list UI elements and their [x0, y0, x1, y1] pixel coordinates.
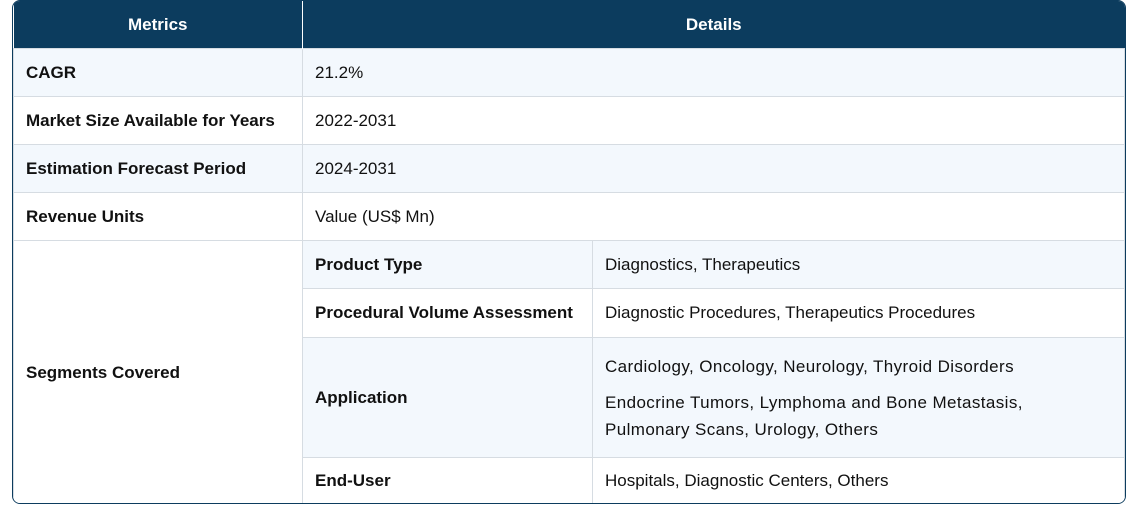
segment-label-product-type: Product Type — [302, 240, 593, 289]
table-header-row: Metrics Details — [13, 1, 1125, 49]
segment-value-application: Cardiology, Oncology, Neurology, Thyroid… — [592, 337, 1125, 458]
table-row: Segments Covered Product Type Diagnostic… — [13, 240, 1125, 503]
segment-label-application: Application — [302, 337, 593, 458]
metrics-table: Metrics Details CAGR 21.2% Market Size A… — [13, 1, 1125, 503]
metrics-table-container: Metrics Details CAGR 21.2% Market Size A… — [12, 0, 1126, 504]
table-row: Estimation Forecast Period 2024-2031 — [13, 144, 1125, 193]
segment-value-end-user: Hospitals, Diagnostic Centers, Others — [592, 457, 1125, 503]
application-line-2: Endocrine Tumors, Lymphoma and Bone Meta… — [605, 392, 1023, 412]
row-value-market-size: 2022-2031 — [302, 96, 1125, 145]
segment-value-procedural: Diagnostic Procedures, Therapeutics Proc… — [592, 288, 1125, 338]
segment-label-end-user: End-User — [302, 457, 593, 503]
header-details: Details — [302, 1, 1125, 49]
row-value-cagr: 21.2% — [302, 48, 1125, 97]
application-line-1: Cardiology, Oncology, Neurology, Thyroid… — [605, 356, 1014, 376]
table-row: Market Size Available for Years 2022-203… — [13, 96, 1125, 145]
application-line-3: Pulmonary Scans, Urology, Others — [605, 419, 879, 439]
row-value-forecast: 2024-2031 — [302, 144, 1125, 193]
row-label-revenue: Revenue Units — [13, 192, 303, 241]
row-label-cagr: CAGR — [13, 48, 303, 97]
table-row: Revenue Units Value (US$ Mn) — [13, 192, 1125, 241]
row-value-revenue: Value (US$ Mn) — [302, 192, 1125, 241]
row-label-segments: Segments Covered — [13, 240, 303, 503]
segment-label-procedural: Procedural Volume Assessment — [302, 288, 593, 338]
row-label-forecast: Estimation Forecast Period — [13, 144, 303, 193]
row-label-market-size: Market Size Available for Years — [13, 96, 303, 145]
segment-value-product-type: Diagnostics, Therapeutics — [592, 240, 1125, 289]
header-metrics: Metrics — [13, 1, 303, 49]
table-row: CAGR 21.2% — [13, 48, 1125, 97]
